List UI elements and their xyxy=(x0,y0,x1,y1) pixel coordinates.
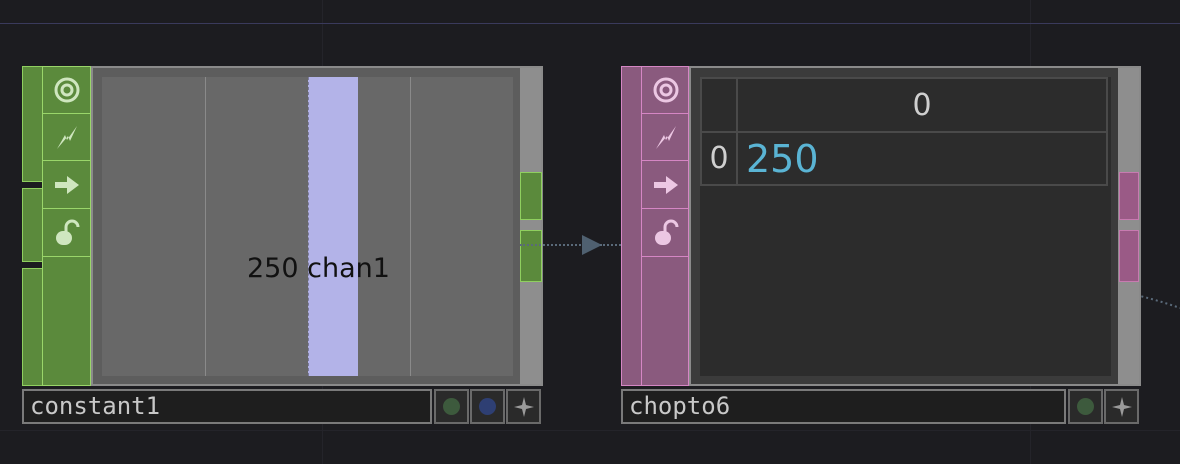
chopto6-node[interactable]: 0 0 250 chopto6 xyxy=(621,66,1141,428)
node-name-field[interactable]: chopto6 xyxy=(621,389,1066,424)
table-column-header[interactable]: 0 xyxy=(736,77,1108,133)
grid-line xyxy=(0,430,1180,431)
channel-name: chan1 xyxy=(307,253,390,284)
lock-icon[interactable] xyxy=(43,209,90,257)
node-side-strip xyxy=(42,66,91,386)
bypass-flag-icon[interactable] xyxy=(434,389,469,424)
bypass-flag-icon[interactable] xyxy=(1068,389,1103,424)
viewer-toggle-icon[interactable] xyxy=(642,67,689,114)
input-connector[interactable] xyxy=(622,67,642,385)
pin-icon[interactable] xyxy=(1104,389,1139,424)
channel-bar xyxy=(308,77,358,376)
output-connector[interactable] xyxy=(520,172,542,220)
display-flag-icon[interactable] xyxy=(470,389,505,424)
node-viewer[interactable]: 250 chan1 xyxy=(91,66,543,386)
table-row-header[interactable]: 0 xyxy=(700,131,738,186)
lock-icon[interactable] xyxy=(642,209,689,257)
input-connector[interactable] xyxy=(22,268,44,386)
table-corner-cell[interactable] xyxy=(700,77,738,133)
output-connector[interactable] xyxy=(1119,230,1139,282)
node-name-field[interactable]: constant1 xyxy=(22,389,432,424)
viewer-toggle-icon[interactable] xyxy=(43,67,90,114)
output-connector[interactable] xyxy=(520,230,542,282)
export-arrow-icon[interactable] xyxy=(642,161,689,209)
constant1-node[interactable]: 250 chan1 constant1 xyxy=(22,66,544,428)
channel-value-label: 250 chan1 xyxy=(247,253,390,284)
node-side-strip xyxy=(621,66,689,386)
node-viewer[interactable]: 0 0 250 xyxy=(689,66,1141,386)
viewer-right-bar xyxy=(1118,68,1139,384)
channel-value: 250 xyxy=(247,253,299,284)
input-connector[interactable] xyxy=(22,66,44,182)
cooking-bolt-icon[interactable] xyxy=(43,114,90,161)
table-value-cell[interactable]: 250 xyxy=(736,131,1108,186)
grid-line xyxy=(410,77,411,376)
input-connector[interactable] xyxy=(22,188,44,262)
pin-icon[interactable] xyxy=(506,389,541,424)
channel-graph: 250 chan1 xyxy=(102,77,513,376)
export-arrow-icon[interactable] xyxy=(43,161,90,209)
cooking-bolt-icon[interactable] xyxy=(642,114,689,161)
grid-line xyxy=(205,77,206,376)
canvas-top-border xyxy=(0,23,1180,24)
table-view: 0 0 250 xyxy=(700,77,1111,376)
viewer-right-bar xyxy=(520,68,541,384)
output-connector[interactable] xyxy=(1119,172,1139,220)
